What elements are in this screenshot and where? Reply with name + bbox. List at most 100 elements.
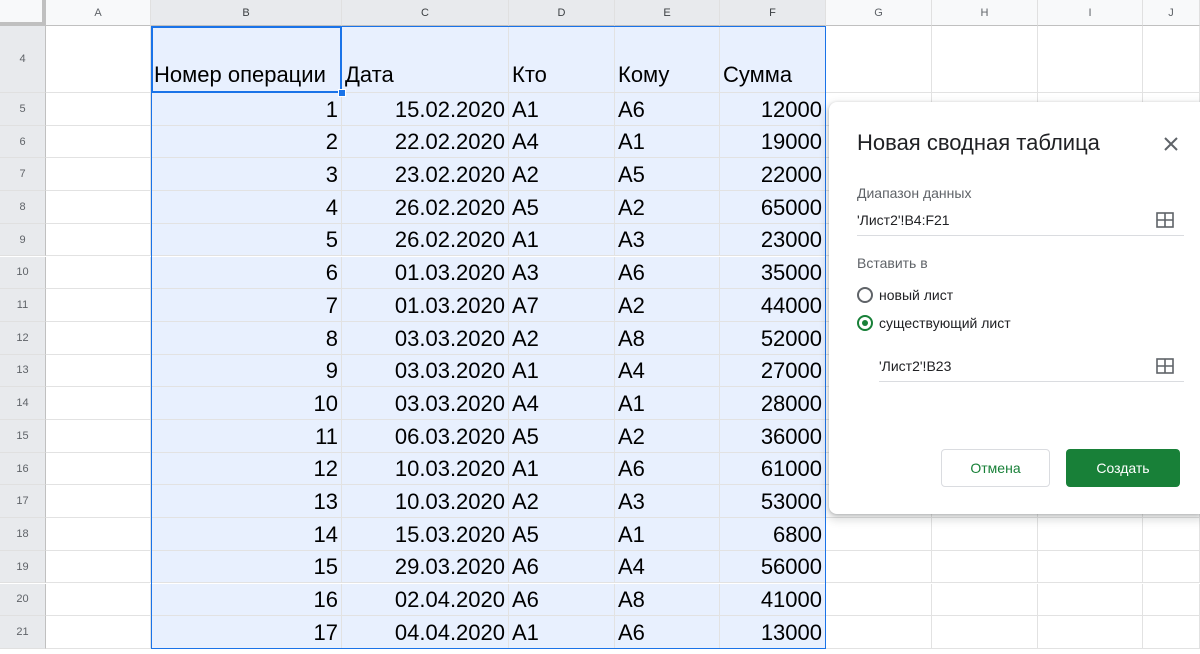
row-header-21[interactable]: 21 [0, 616, 46, 649]
table-cell[interactable]: 03.03.2020 [342, 321, 509, 355]
radio-existing-sheet[interactable]: существующий лист [857, 315, 1011, 331]
empty-cell[interactable] [1143, 583, 1200, 617]
table-cell[interactable]: A2 [615, 420, 720, 453]
column-header-f[interactable]: F [720, 0, 826, 26]
empty-cell[interactable] [46, 125, 151, 159]
radio-new-sheet-circle[interactable] [857, 287, 873, 303]
table-cell[interactable]: A5 [509, 420, 615, 453]
table-cell[interactable]: 28000 [720, 387, 826, 420]
table-cell[interactable]: 15.02.2020 [342, 93, 509, 126]
row-header-12[interactable]: 12 [0, 321, 46, 355]
row-header-9[interactable]: 9 [0, 223, 46, 257]
column-header-j[interactable]: J [1143, 0, 1200, 26]
table-cell[interactable]: A2 [509, 321, 615, 355]
column-header-a[interactable]: A [46, 0, 151, 26]
table-cell[interactable]: 6 [151, 256, 342, 290]
table-cell[interactable]: 9 [151, 354, 342, 388]
empty-cell[interactable] [46, 26, 151, 93]
table-cell[interactable]: 29.03.2020 [342, 550, 509, 584]
empty-cell[interactable] [46, 550, 151, 584]
empty-cell[interactable] [46, 223, 151, 257]
empty-cell[interactable] [46, 518, 151, 551]
empty-cell[interactable] [826, 26, 932, 93]
table-cell[interactable]: A2 [615, 289, 720, 322]
table-cell[interactable]: A4 [509, 387, 615, 420]
table-cell[interactable]: 41000 [720, 583, 826, 617]
table-cell[interactable]: A5 [615, 158, 720, 192]
create-button[interactable]: Создать [1066, 449, 1180, 487]
table-cell[interactable]: A8 [615, 583, 720, 617]
table-cell[interactable]: A6 [615, 256, 720, 290]
table-cell[interactable]: 13 [151, 485, 342, 519]
row-header-7[interactable]: 7 [0, 158, 46, 192]
row-header-14[interactable]: 14 [0, 387, 46, 420]
row-header-15[interactable]: 15 [0, 420, 46, 453]
empty-cell[interactable] [1038, 518, 1143, 551]
table-cell[interactable]: 22000 [720, 158, 826, 192]
table-cell[interactable]: 15.03.2020 [342, 518, 509, 551]
table-cell[interactable]: 04.04.2020 [342, 616, 509, 649]
row-header-17[interactable]: 17 [0, 485, 46, 519]
table-cell[interactable]: 3 [151, 158, 342, 192]
empty-cell[interactable] [46, 420, 151, 453]
table-cell[interactable]: A6 [615, 616, 720, 649]
row-header-20[interactable]: 20 [0, 583, 46, 617]
table-cell[interactable]: 53000 [720, 485, 826, 519]
table-cell[interactable]: 10 [151, 387, 342, 420]
table-cell[interactable]: A1 [615, 518, 720, 551]
column-header-b[interactable]: B [151, 0, 342, 26]
table-cell[interactable]: 01.03.2020 [342, 256, 509, 290]
cancel-button[interactable]: Отмена [941, 449, 1050, 487]
table-cell[interactable]: A1 [509, 616, 615, 649]
table-cell[interactable]: A4 [615, 354, 720, 388]
table-cell[interactable]: 19000 [720, 125, 826, 159]
table-cell[interactable]: A1 [509, 93, 615, 126]
empty-cell[interactable] [932, 518, 1038, 551]
table-header-cell[interactable]: Сумма [720, 26, 826, 93]
empty-cell[interactable] [46, 289, 151, 322]
empty-cell[interactable] [826, 583, 932, 617]
table-cell[interactable]: 4 [151, 191, 342, 224]
table-cell[interactable]: 11 [151, 420, 342, 453]
table-header-cell[interactable]: Кто [509, 26, 615, 93]
table-cell[interactable]: 03.03.2020 [342, 387, 509, 420]
column-header-e[interactable]: E [615, 0, 720, 26]
table-cell[interactable]: A5 [509, 191, 615, 224]
column-header-h[interactable]: H [932, 0, 1038, 26]
table-cell[interactable]: 36000 [720, 420, 826, 453]
table-cell[interactable]: 06.03.2020 [342, 420, 509, 453]
table-cell[interactable]: A1 [509, 223, 615, 257]
table-cell[interactable]: A2 [509, 158, 615, 192]
table-cell[interactable]: 2 [151, 125, 342, 159]
empty-cell[interactable] [46, 485, 151, 519]
empty-cell[interactable] [1143, 616, 1200, 649]
column-header-d[interactable]: D [509, 0, 615, 26]
row-header-4[interactable]: 4 [0, 26, 46, 93]
empty-cell[interactable] [46, 583, 151, 617]
empty-cell[interactable] [932, 26, 1038, 93]
column-header-g[interactable]: G [826, 0, 932, 26]
empty-cell[interactable] [1038, 616, 1143, 649]
radio-existing-sheet-circle[interactable] [857, 315, 873, 331]
table-cell[interactable]: 03.03.2020 [342, 354, 509, 388]
table-header-cell[interactable]: Кому [615, 26, 720, 93]
table-cell[interactable]: A7 [509, 289, 615, 322]
empty-cell[interactable] [46, 452, 151, 486]
empty-cell[interactable] [46, 93, 151, 126]
table-cell[interactable]: A1 [615, 387, 720, 420]
table-cell[interactable]: 8 [151, 321, 342, 355]
table-cell[interactable]: A6 [509, 583, 615, 617]
table-cell[interactable]: A8 [615, 321, 720, 355]
table-cell[interactable]: 02.04.2020 [342, 583, 509, 617]
table-cell[interactable]: 65000 [720, 191, 826, 224]
table-cell[interactable]: 35000 [720, 256, 826, 290]
row-header-16[interactable]: 16 [0, 452, 46, 486]
table-header-cell[interactable]: Дата [342, 26, 509, 93]
table-cell[interactable]: 6800 [720, 518, 826, 551]
table-cell[interactable]: 44000 [720, 289, 826, 322]
table-cell[interactable]: 15 [151, 550, 342, 584]
table-cell[interactable]: 5 [151, 223, 342, 257]
table-cell[interactable]: 26.02.2020 [342, 191, 509, 224]
row-header-6[interactable]: 6 [0, 125, 46, 159]
empty-cell[interactable] [1038, 550, 1143, 584]
